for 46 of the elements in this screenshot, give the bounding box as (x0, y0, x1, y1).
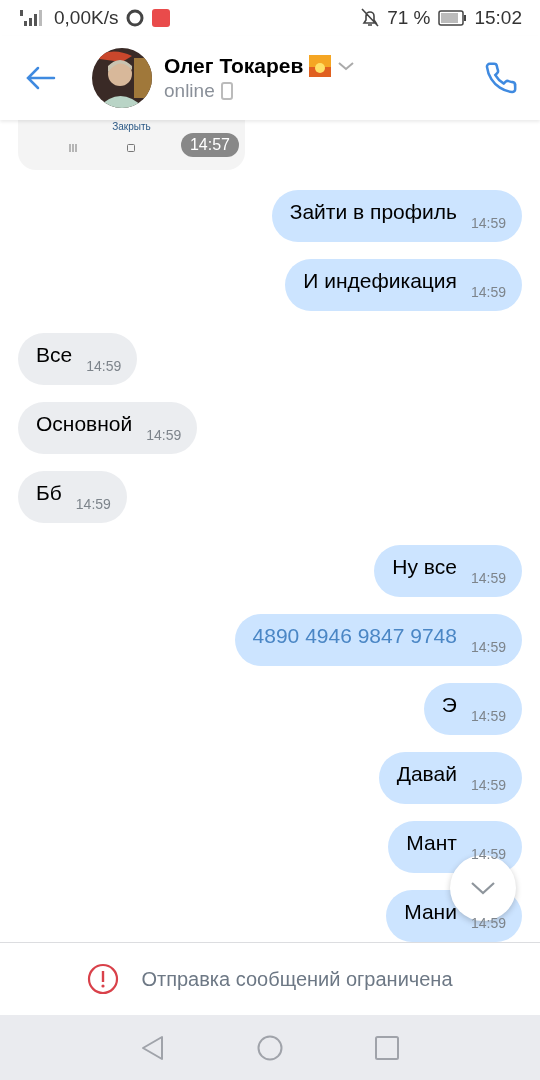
back-nav-button[interactable] (141, 1034, 165, 1061)
message-time: 14:59 (470, 215, 506, 231)
message-text: И индефикация (303, 269, 457, 293)
message-time: 14:59 (86, 358, 122, 374)
message-text: Ну все (392, 555, 457, 579)
message-text: Зайти в профиль (289, 200, 457, 224)
square-icon (126, 144, 135, 152)
message-time: 14:59 (470, 639, 506, 655)
message-time: 14:59 (470, 570, 506, 586)
network-speed: 0,00K/s (54, 7, 119, 29)
clock: 15:02 (474, 7, 522, 29)
message-text: Давай (396, 762, 457, 786)
message-time: 14:59 (146, 427, 182, 443)
chevron-down-icon (470, 881, 496, 895)
home-nav-button[interactable] (257, 1034, 283, 1061)
contact-name: Олег Токарев (164, 54, 304, 78)
online-status: online (164, 80, 215, 102)
message-text: Мани (404, 900, 457, 924)
chevron-down-icon[interactable] (337, 61, 356, 71)
message-time: 14:59 (470, 708, 506, 724)
message-time: 14:59 (470, 915, 506, 931)
phone-device-icon (220, 82, 233, 100)
message-text: Э (441, 693, 457, 717)
battery-icon (438, 10, 467, 26)
message-time: 14:59 (75, 496, 111, 512)
call-button[interactable] (484, 61, 518, 95)
message-text: Мант (406, 831, 457, 855)
muted-bell-icon (361, 8, 380, 28)
message-text: Все (36, 343, 73, 367)
sunset-icon (309, 55, 332, 77)
shop-app-icon (152, 9, 171, 27)
screenshot-attachment[interactable]: Закрыть 14:57 (18, 120, 245, 170)
menu-lines-icon (68, 144, 77, 152)
message-time: 14:59 (470, 777, 506, 793)
message-time: 14:59 (470, 284, 506, 300)
message-time: 14:59 (470, 846, 506, 862)
recents-nav-button[interactable] (375, 1035, 399, 1060)
warning-icon (87, 963, 120, 995)
battery-percent: 71 % (387, 7, 431, 29)
restriction-notice: Отправка сообщений ограничена (141, 967, 453, 991)
close-link: Закрыть (112, 121, 151, 132)
message-text: Бб (36, 481, 62, 505)
message-text: Основной (36, 412, 133, 436)
message-time: 14:57 (180, 133, 239, 157)
chat-app-icon (126, 9, 145, 27)
back-button[interactable] (26, 66, 56, 90)
